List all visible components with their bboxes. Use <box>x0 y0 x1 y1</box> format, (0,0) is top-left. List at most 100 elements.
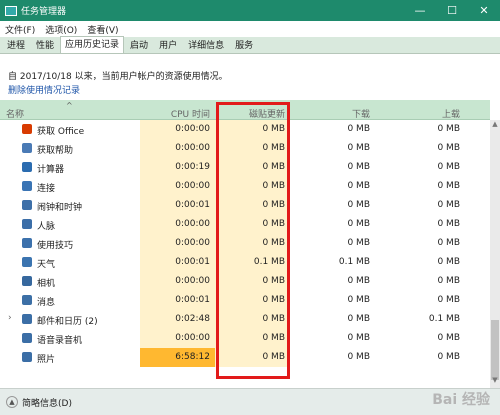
people-icon <box>22 219 32 229</box>
app-name: 计算器 <box>37 165 65 175</box>
app-name: 闹钟和时钟 <box>37 203 83 213</box>
app-name: 连接 <box>37 184 56 194</box>
tab-performance[interactable]: 性能 <box>31 38 59 53</box>
app-name: 照片 <box>37 355 56 365</box>
alarm-clock-icon <box>22 200 32 210</box>
app-name: 邮件和日历 (2) <box>37 317 98 327</box>
vertical-scrollbar[interactable]: ▲ ▼ <box>490 120 500 388</box>
upload-value: 0 MB <box>437 295 460 305</box>
menu-file[interactable]: 文件(F) <box>0 23 40 36</box>
photos-icon <box>22 352 32 362</box>
download-value: 0 MB <box>347 352 370 362</box>
upload-value: 0 MB <box>437 219 460 229</box>
app-name: 天气 <box>37 260 56 270</box>
column-header-download[interactable]: 下载 <box>310 107 370 120</box>
upload-value: 0 MB <box>437 257 460 267</box>
office-icon <box>22 124 32 134</box>
tab-services[interactable]: 服务 <box>230 38 258 53</box>
cpu-time-value: 0:00:00 <box>175 333 210 343</box>
menu-view[interactable]: 查看(V) <box>82 23 123 36</box>
download-value: 0 MB <box>347 162 370 172</box>
download-value: 0 MB <box>347 124 370 134</box>
app-name: 获取 Office <box>37 127 85 137</box>
messaging-icon <box>22 295 32 305</box>
menu-bar: 文件(F) 选项(O) 查看(V) <box>0 21 500 37</box>
tab-startup[interactable]: 启动 <box>125 38 153 53</box>
weather-icon <box>22 257 32 267</box>
cpu-time-value: 0:02:48 <box>175 314 210 324</box>
app-history-panel: 自 2017/10/18 以来，当前用户帐户的资源使用情况。 删除使用情况记录 … <box>0 54 500 388</box>
cpu-time-value: 0:00:00 <box>175 219 210 229</box>
tab-app-history[interactable]: 应用历史记录 <box>60 36 125 53</box>
app-name: 消息 <box>37 298 56 308</box>
mail-calendar-icon <box>22 314 32 324</box>
download-value: 0 MB <box>347 200 370 210</box>
scrollbar-thumb[interactable] <box>491 320 499 380</box>
cpu-time-value: 0:00:01 <box>175 257 210 267</box>
download-value: 0 MB <box>347 333 370 343</box>
column-header-upload[interactable]: 上载 <box>395 107 460 120</box>
tab-users[interactable]: 用户 <box>154 38 182 53</box>
cpu-time-value: 0:00:01 <box>175 295 210 305</box>
upload-value: 0 MB <box>437 124 460 134</box>
upload-value: 0 MB <box>437 181 460 191</box>
expand-chevron-icon[interactable]: › <box>8 313 12 323</box>
chevron-up-icon[interactable]: ▲ <box>6 396 18 408</box>
menu-options[interactable]: 选项(O) <box>40 23 82 36</box>
download-value: 0 MB <box>347 295 370 305</box>
tab-bar: 进程 性能 应用历史记录 启动 用户 详细信息 服务 <box>0 36 500 54</box>
usage-info-text: 自 2017/10/18 以来，当前用户帐户的资源使用情况。 <box>8 72 228 82</box>
column-header-cpu-time[interactable]: CPU 时间 <box>150 107 210 120</box>
scroll-up-icon[interactable]: ▲ <box>490 120 500 132</box>
calculator-icon <box>22 162 32 172</box>
help-icon <box>22 143 32 153</box>
download-value: 0.1 MB <box>338 257 370 267</box>
upload-value: 0 MB <box>437 200 460 210</box>
sort-up-icon: ^ <box>66 101 73 110</box>
upload-value: 0 MB <box>437 276 460 286</box>
download-value: 0 MB <box>347 314 370 324</box>
download-value: 0 MB <box>347 276 370 286</box>
tile-updates-highlight-box <box>216 102 290 379</box>
fewer-details-button[interactable]: 简略信息(D) <box>22 396 72 409</box>
cpu-time-value: 0:00:19 <box>175 162 210 172</box>
delete-usage-history-link[interactable]: 删除使用情况记录 <box>8 83 80 96</box>
cpu-time-value: 0:00:00 <box>175 124 210 134</box>
tab-details[interactable]: 详细信息 <box>183 38 229 53</box>
watermark-logo: Bai 经验 <box>432 392 490 408</box>
minimize-button[interactable]: — <box>404 0 436 21</box>
download-value: 0 MB <box>347 219 370 229</box>
camera-icon <box>22 276 32 286</box>
scroll-down-icon[interactable]: ▼ <box>490 376 500 388</box>
connect-icon <box>22 181 32 191</box>
title-bar: 任务管理器 — ☐ ✕ <box>0 0 500 21</box>
cpu-time-value: 0:00:01 <box>175 200 210 210</box>
window-title: 任务管理器 <box>21 7 67 17</box>
cpu-time-value: 0:00:00 <box>175 181 210 191</box>
app-name: 使用技巧 <box>37 241 74 251</box>
app-name: 获取帮助 <box>37 146 74 156</box>
tips-icon <box>22 238 32 248</box>
upload-value: 0 MB <box>437 143 460 153</box>
maximize-button[interactable]: ☐ <box>436 0 468 21</box>
cpu-time-value: 6:58:12 <box>175 352 210 362</box>
close-button[interactable]: ✕ <box>468 0 500 21</box>
download-value: 0 MB <box>347 181 370 191</box>
footer-bar: ▲ 简略信息(D) Bai 经验 <box>0 388 500 415</box>
upload-value: 0.1 MB <box>428 314 460 324</box>
download-value: 0 MB <box>347 143 370 153</box>
tab-processes[interactable]: 进程 <box>2 38 30 53</box>
app-name: 语音录音机 <box>37 336 83 346</box>
cpu-time-value: 0:00:00 <box>175 238 210 248</box>
upload-value: 0 MB <box>437 238 460 248</box>
app-name: 相机 <box>37 279 56 289</box>
upload-value: 0 MB <box>437 162 460 172</box>
upload-value: 0 MB <box>437 333 460 343</box>
cpu-time-value: 0:00:00 <box>175 143 210 153</box>
cpu-time-value: 0:00:00 <box>175 276 210 286</box>
voice-recorder-icon <box>22 333 32 343</box>
upload-value: 0 MB <box>437 352 460 362</box>
task-manager-icon <box>5 5 17 16</box>
column-header-name[interactable]: 名称 <box>6 107 24 120</box>
download-value: 0 MB <box>347 238 370 248</box>
